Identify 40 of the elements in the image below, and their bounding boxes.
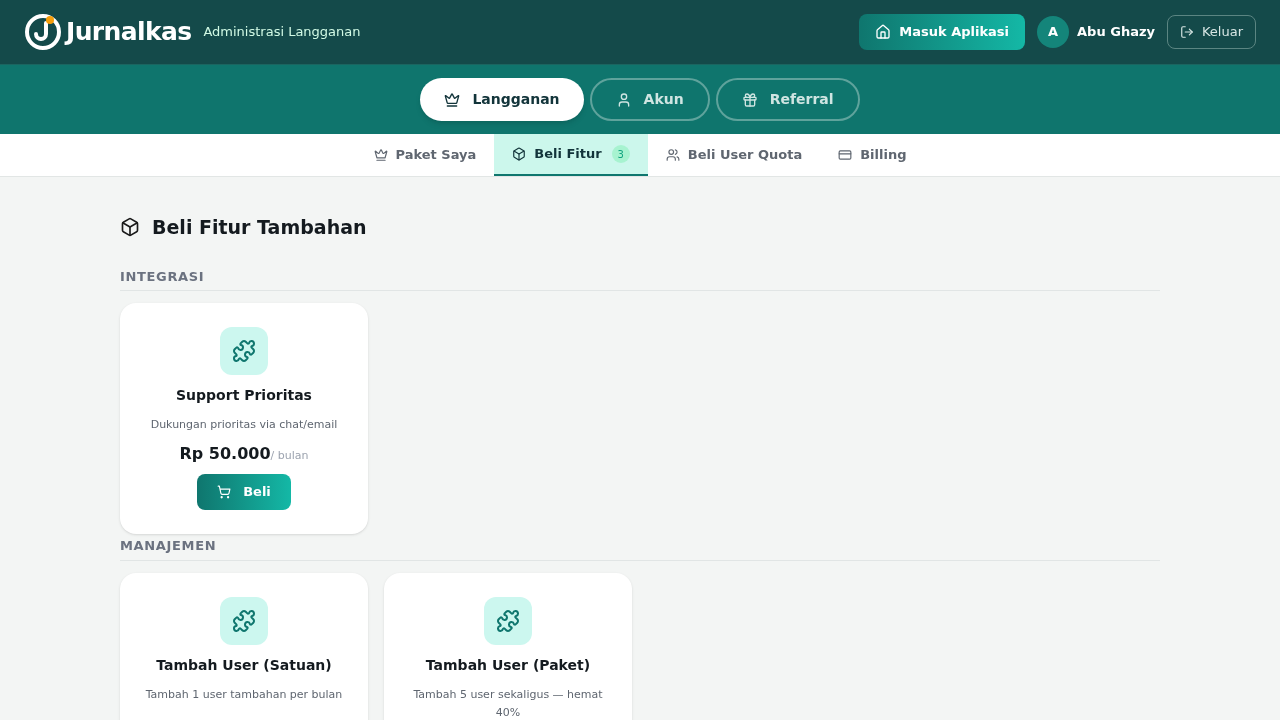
section-heading: MANAJEMEN: [120, 536, 1160, 561]
feature-description: Dukungan prioritas via chat/email: [150, 417, 338, 433]
logo-icon: [24, 13, 62, 51]
logout-icon: [1179, 25, 1194, 39]
sub-tab[interactable]: Beli User Quota: [647, 134, 821, 176]
puzzle-icon: [220, 596, 268, 645]
cart-icon: [217, 485, 232, 499]
sub-tab[interactable]: Paket Saya: [355, 134, 495, 176]
home-icon: [875, 24, 892, 40]
box-icon: [512, 147, 527, 161]
feature-description: Tambah 5 user sekaligus — hemat 40%: [412, 686, 604, 720]
section-heading: INTEGRASI: [120, 266, 1160, 291]
page-title: Beli Fitur Tambahan: [152, 215, 367, 240]
price-period: / bulan: [270, 449, 309, 464]
sub-tab[interactable]: Beli Fitur 3: [494, 134, 648, 176]
puzzle-icon: [484, 596, 532, 645]
card-icon: [838, 148, 853, 162]
buy-button[interactable]: Beli: [197, 474, 291, 510]
feature-price: Rp 50.000: [179, 443, 271, 465]
avatar: A: [1037, 16, 1070, 48]
header-subtitle: Administrasi Langganan: [203, 23, 361, 42]
enter-app-button[interactable]: Masuk Aplikasi: [859, 14, 1026, 50]
count-badge: 3: [611, 145, 630, 163]
main-tab[interactable]: Referral: [715, 78, 860, 121]
crown-icon: [373, 148, 388, 162]
feature-name: Support Prioritas: [176, 386, 312, 405]
logout-button[interactable]: Keluar: [1166, 15, 1256, 49]
feature-name: Tambah User (Satuan): [156, 655, 332, 675]
user-name: Abu Ghazy: [1077, 23, 1155, 42]
feature-description: Tambah 1 user tambahan per bulan: [145, 686, 343, 703]
feature-name: Tambah User (Paket): [425, 655, 591, 675]
sub-tab[interactable]: Billing: [820, 134, 925, 176]
crown-icon: [444, 91, 461, 108]
users-icon: [665, 148, 680, 162]
main-tab[interactable]: Langganan: [420, 78, 584, 121]
box-icon: [120, 217, 140, 238]
logo-text: Jurnalkas: [66, 16, 192, 49]
main-tab[interactable]: Akun: [589, 78, 710, 121]
gift-icon: [741, 91, 758, 108]
puzzle-icon: [220, 327, 268, 375]
